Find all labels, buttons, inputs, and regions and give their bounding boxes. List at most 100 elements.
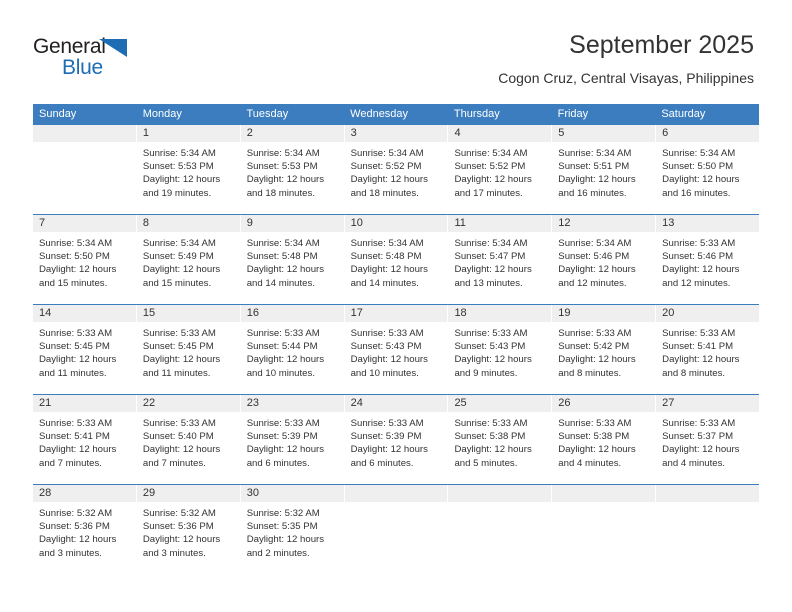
weekday-header-row: Sunday Monday Tuesday Wednesday Thursday… [33, 104, 759, 125]
sunset-text: Sunset: 5:40 PM [142, 431, 214, 443]
daylight-text-line2: and 11 minutes. [142, 367, 211, 379]
daylight-text-line2: and 3 minutes. [142, 547, 206, 559]
sunrise-text: Sunrise: 5:33 AM [350, 418, 424, 429]
daylight-text-line2: and 3 minutes. [39, 547, 102, 559]
day-cell[interactable]: 20 Sunrise: 5:33 AM Sunset: 5:41 PM Dayligh… [656, 305, 760, 394]
daylight-text-line1: Daylight: 12 hours [142, 174, 221, 186]
daylight-text-line2: and 18 minutes. [350, 187, 419, 199]
sunrise-text: Sunrise: 5:33 AM [246, 328, 320, 339]
daylight-text-line2: and 14 minutes. [350, 277, 419, 289]
day-cell[interactable]: 24 Sunrise: 5:33 AM Sunset: 5:39 PM Dayligh… [344, 395, 449, 484]
day-details: Sunrise: 5:33 AM Sunset: 5:41 PM Daylight:… [656, 322, 759, 380]
daylight-text-line2: and 6 minutes. [246, 457, 310, 469]
sunset-text: Sunset: 5:45 PM [142, 341, 214, 353]
sunrise-text: Sunrise: 5:34 AM [662, 148, 736, 159]
daylight-text-line1: Daylight: 12 hours [246, 444, 325, 456]
sunset-text: Sunset: 5:36 PM [142, 521, 214, 533]
day-cell[interactable]: 7 Sunrise: 5:34 AM Sunset: 5:50 PM Daylight… [33, 215, 137, 304]
day-cell[interactable]: 12 Sunrise: 5:34 AM Sunset: 5:46 PM Dayligh… [552, 215, 657, 304]
day-cell[interactable]: 22 Sunrise: 5:33 AM Sunset: 5:40 PM Dayligh… [136, 395, 241, 484]
day-cell[interactable]: 4 Sunrise: 5:34 AM Sunset: 5:52 PM Daylight… [448, 125, 553, 214]
day-cell[interactable]: 1 Sunrise: 5:34 AM Sunset: 5:53 PM Daylight… [136, 125, 241, 214]
day-cell[interactable]: 25 Sunrise: 5:33 AM Sunset: 5:38 PM Dayligh… [448, 395, 553, 484]
day-cell[interactable]: 3 Sunrise: 5:34 AM Sunset: 5:52 PM Daylight… [344, 125, 449, 214]
daylight-text-line2: and 18 minutes. [246, 187, 315, 199]
sunset-text: Sunset: 5:45 PM [39, 341, 110, 353]
daylight-text-line1: Daylight: 12 hours [246, 534, 325, 546]
sunrise-text: Sunrise: 5:33 AM [662, 418, 736, 429]
day-number: 1 [136, 125, 240, 142]
logo-text-general: General [33, 35, 106, 58]
day-cell[interactable]: 29 Sunrise: 5:32 AM Sunset: 5:36 PM Dayligh… [136, 485, 241, 574]
day-cell[interactable]: 27 Sunrise: 5:33 AM Sunset: 5:37 PM Dayligh… [656, 395, 760, 484]
day-cell-empty [552, 485, 657, 574]
calendar-week-inner: 1 Sunrise: 5:34 AM Sunset: 5:53 PM Daylight… [33, 125, 760, 214]
day-cell[interactable]: 21 Sunrise: 5:33 AM Sunset: 5:41 PM Dayligh… [33, 395, 137, 484]
sunset-text: Sunset: 5:50 PM [662, 161, 734, 173]
day-cell[interactable]: 13 Sunrise: 5:33 AM Sunset: 5:46 PM Dayligh… [656, 215, 760, 304]
calendar-week-row: 7 Sunrise: 5:34 AM Sunset: 5:50 PM Daylight… [33, 214, 760, 304]
sunrise-text: Sunrise: 5:33 AM [558, 418, 632, 429]
daylight-text-line2: and 6 minutes. [350, 457, 414, 469]
day-cell[interactable]: 18 Sunrise: 5:33 AM Sunset: 5:43 PM Dayligh… [448, 305, 553, 394]
day-cell[interactable]: 30 Sunrise: 5:32 AM Sunset: 5:35 PM Dayligh… [240, 485, 345, 574]
day-number: 22 [136, 395, 240, 412]
day-cell[interactable]: 6 Sunrise: 5:34 AM Sunset: 5:50 PM Daylight… [656, 125, 760, 214]
logo-text-blue: Blue [62, 56, 103, 79]
day-number: 10 [344, 215, 448, 232]
daylight-text-line2: and 15 minutes. [39, 277, 108, 289]
daylight-text-line1: Daylight: 12 hours [454, 354, 532, 366]
daylight-text-line2: and 7 minutes. [39, 457, 102, 469]
sunrise-text: Sunrise: 5:34 AM [350, 238, 424, 249]
day-cell[interactable]: 26 Sunrise: 5:33 AM Sunset: 5:38 PM Dayligh… [552, 395, 657, 484]
sunrise-text: Sunrise: 5:34 AM [558, 148, 632, 159]
day-number: 26 [552, 395, 656, 412]
day-details: Sunrise: 5:34 AM Sunset: 5:50 PM Daylight:… [33, 232, 136, 290]
day-cell[interactable]: 14 Sunrise: 5:33 AM Sunset: 5:45 PM Dayligh… [33, 305, 137, 394]
day-cell[interactable]: 28 Sunrise: 5:32 AM Sunset: 5:36 PM Dayligh… [33, 485, 137, 574]
daylight-text-line1: Daylight: 12 hours [558, 174, 636, 186]
day-number [344, 485, 448, 502]
day-cell[interactable]: 17 Sunrise: 5:33 AM Sunset: 5:43 PM Dayligh… [344, 305, 449, 394]
day-number: 24 [344, 395, 448, 412]
calendar-week-inner: 21 Sunrise: 5:33 AM Sunset: 5:41 PM Dayligh… [33, 395, 760, 484]
day-cell[interactable]: 10 Sunrise: 5:34 AM Sunset: 5:48 PM Dayligh… [344, 215, 449, 304]
day-cell[interactable]: 16 Sunrise: 5:33 AM Sunset: 5:44 PM Dayligh… [240, 305, 345, 394]
daylight-text-line2: and 4 minutes. [662, 457, 726, 469]
day-number: 16 [240, 305, 344, 322]
day-cell-empty [656, 485, 760, 574]
day-number: 18 [448, 305, 552, 322]
day-cell[interactable]: 8 Sunrise: 5:34 AM Sunset: 5:49 PM Daylight… [136, 215, 241, 304]
sunrise-text: Sunrise: 5:33 AM [39, 328, 113, 339]
day-number: 20 [656, 305, 760, 322]
day-cell[interactable]: 5 Sunrise: 5:34 AM Sunset: 5:51 PM Daylight… [552, 125, 657, 214]
sunset-text: Sunset: 5:46 PM [662, 251, 734, 263]
day-details: Sunrise: 5:34 AM Sunset: 5:52 PM Daylight:… [448, 142, 551, 200]
daylight-text-line1: Daylight: 12 hours [454, 174, 532, 186]
day-details: Sunrise: 5:34 AM Sunset: 5:48 PM Daylight:… [345, 232, 448, 290]
day-details: Sunrise: 5:33 AM Sunset: 5:40 PM Daylight:… [137, 412, 240, 470]
day-cell[interactable]: 23 Sunrise: 5:33 AM Sunset: 5:39 PM Dayligh… [240, 395, 345, 484]
day-details: Sunrise: 5:34 AM Sunset: 5:47 PM Daylight:… [448, 232, 551, 290]
day-cell[interactable]: 11 Sunrise: 5:34 AM Sunset: 5:47 PM Dayligh… [448, 215, 553, 304]
day-number: 12 [552, 215, 656, 232]
day-details: Sunrise: 5:34 AM Sunset: 5:53 PM Daylight:… [137, 142, 240, 200]
day-cell[interactable]: 9 Sunrise: 5:34 AM Sunset: 5:48 PM Daylight… [240, 215, 345, 304]
day-cell[interactable]: 19 Sunrise: 5:33 AM Sunset: 5:42 PM Dayligh… [552, 305, 657, 394]
day-cell[interactable]: 2 Sunrise: 5:34 AM Sunset: 5:53 PM Daylight… [240, 125, 345, 214]
sunrise-text: Sunrise: 5:34 AM [558, 238, 632, 249]
daylight-text-line1: Daylight: 12 hours [39, 354, 117, 366]
daylight-text-line2: and 12 minutes. [558, 277, 627, 289]
calendar-week-row: 14 Sunrise: 5:33 AM Sunset: 5:45 PM Dayligh… [33, 304, 760, 394]
sunrise-text: Sunrise: 5:32 AM [246, 508, 320, 519]
day-number [33, 125, 136, 142]
day-cell[interactable]: 15 Sunrise: 5:33 AM Sunset: 5:45 PM Dayligh… [136, 305, 241, 394]
generalblue-logo[interactable]: General Blue [33, 36, 163, 84]
day-number: 25 [448, 395, 552, 412]
sunrise-text: Sunrise: 5:34 AM [454, 238, 528, 249]
calendar-week-row: 28 Sunrise: 5:32 AM Sunset: 5:36 PM Dayligh… [33, 484, 760, 574]
sunset-text: Sunset: 5:52 PM [350, 161, 422, 173]
calendar-weeks: 1 Sunrise: 5:34 AM Sunset: 5:53 PM Daylight… [33, 125, 760, 574]
day-cell-empty [448, 485, 553, 574]
sunset-text: Sunset: 5:43 PM [454, 341, 526, 353]
